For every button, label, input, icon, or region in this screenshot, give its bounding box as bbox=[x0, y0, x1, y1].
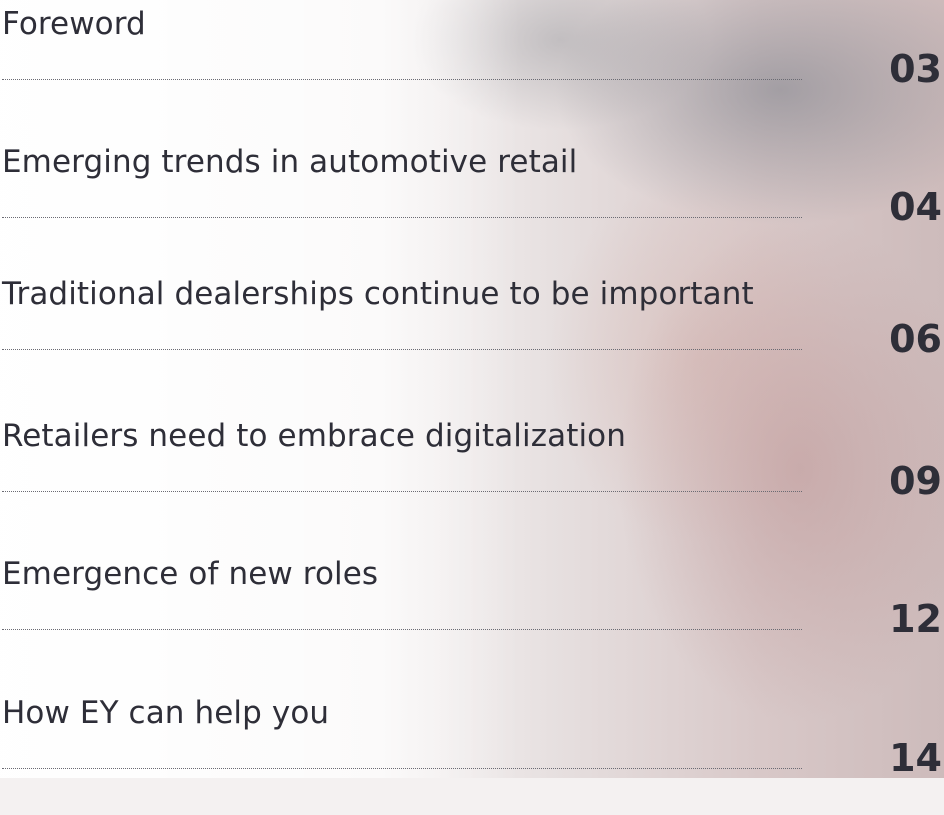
toc-entry-page-number[interactable]: 06 bbox=[889, 314, 942, 364]
dotted-leader bbox=[2, 217, 802, 218]
toc-entry-new-roles[interactable]: Emergence of new roles 12 bbox=[0, 552, 944, 676]
toc-entry-title[interactable]: Emergence of new roles bbox=[2, 552, 378, 596]
toc-entry-page-number[interactable]: 04 bbox=[889, 182, 942, 232]
toc-entry-emerging-trends[interactable]: Emerging trends in automotive retail 04 bbox=[0, 140, 944, 264]
toc-entry-title[interactable]: Emerging trends in automotive retail bbox=[2, 140, 577, 184]
toc-entry-page-number[interactable]: 03 bbox=[889, 44, 942, 94]
toc-entry-title[interactable]: Traditional dealerships continue to be i… bbox=[2, 272, 754, 316]
toc-entry-how-ey-can-help[interactable]: How EY can help you 14 bbox=[0, 691, 944, 815]
dotted-leader bbox=[2, 79, 802, 80]
toc-entry-page-number[interactable]: 12 bbox=[889, 594, 942, 644]
dotted-leader bbox=[2, 349, 802, 350]
toc-entry-traditional-dealerships[interactable]: Traditional dealerships continue to be i… bbox=[0, 272, 944, 396]
toc-entry-page-number[interactable]: 09 bbox=[889, 456, 942, 506]
dotted-leader bbox=[2, 629, 802, 630]
toc-entry-title[interactable]: How EY can help you bbox=[2, 691, 329, 735]
toc-entry-page-number[interactable]: 14 bbox=[889, 733, 942, 783]
toc-entry-title[interactable]: Retailers need to embrace digitalization bbox=[2, 414, 626, 458]
dotted-leader bbox=[2, 768, 802, 769]
table-of-contents: Foreword 03 Emerging trends in automotiv… bbox=[0, 0, 944, 780]
toc-entry-digitalization[interactable]: Retailers need to embrace digitalization… bbox=[0, 414, 944, 538]
toc-entry-foreword[interactable]: Foreword 03 bbox=[0, 2, 944, 126]
toc-entry-title[interactable]: Foreword bbox=[2, 2, 146, 46]
dotted-leader bbox=[2, 491, 802, 492]
